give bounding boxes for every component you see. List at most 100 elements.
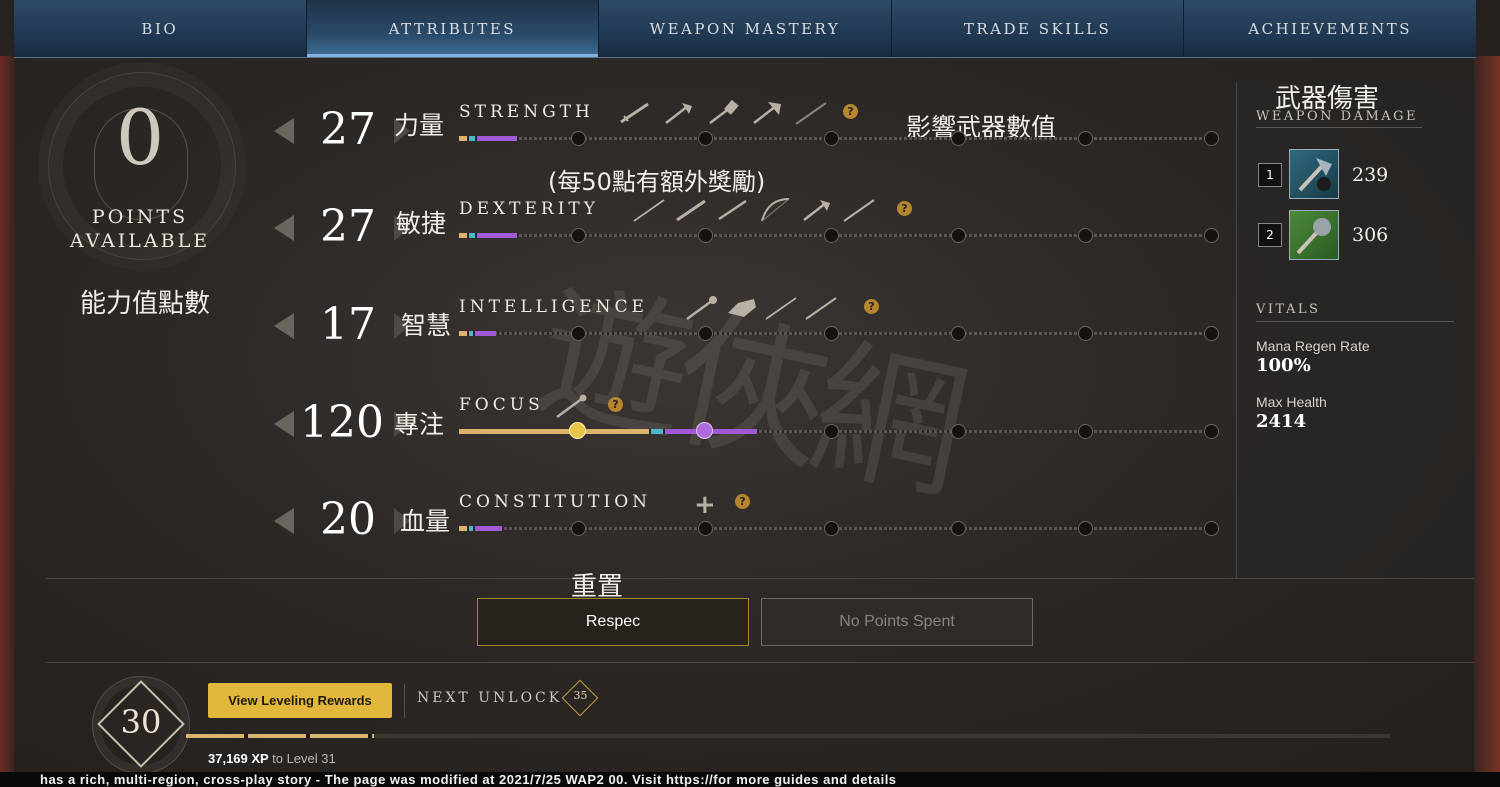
intelligence-help-icon[interactable]: ? [864, 299, 879, 314]
constitution-milestone-node[interactable] [824, 521, 839, 536]
xp-text: 37,169 XP to Level 31 [208, 751, 336, 766]
constitution-help-icon[interactable]: ? [735, 494, 750, 509]
respec-button[interactable]: Respec [477, 598, 749, 646]
strength-weapon-icons [618, 100, 828, 128]
dexterity-milestone-node[interactable] [698, 228, 713, 243]
strength-milestone-node[interactable] [951, 131, 966, 146]
strength-cn-label: 力量 [394, 111, 445, 140]
constitution-milestone-node[interactable] [951, 521, 966, 536]
decrease-constitution-arrow[interactable] [274, 508, 294, 534]
current-level: 30 [120, 703, 162, 741]
decrease-intelligence-arrow[interactable] [274, 313, 294, 339]
focus-milestone-node[interactable] [824, 424, 839, 439]
attribute-row-constitution: 20 血量 CONSTITUTION + ? [270, 490, 1230, 580]
dexterity-milestone-node[interactable] [951, 228, 966, 243]
dexterity-label: DEXTERITY [459, 199, 599, 219]
dexterity-milestone-node[interactable] [1078, 228, 1093, 243]
tab-bio[interactable]: BIO [14, 0, 307, 57]
intelligence-milestone-node[interactable] [951, 326, 966, 341]
constitution-milestone-node[interactable] [1078, 521, 1093, 536]
focus-cn-label: 專注 [394, 410, 445, 439]
weapon-slot-2-badge: 2 [1258, 223, 1282, 247]
strength-help-icon[interactable]: ? [843, 104, 858, 119]
intelligence-label: INTELLIGENCE [459, 297, 648, 317]
war-hammer-icon [709, 100, 739, 124]
constitution-milestone-node[interactable] [1204, 521, 1219, 536]
focus-label: FOCUS [459, 395, 544, 415]
dexterity-milestone-node[interactable] [824, 228, 839, 243]
view-leveling-rewards-button[interactable]: View Leveling Rewards [208, 683, 392, 718]
points-cn-label: 能力值點數 [80, 289, 211, 319]
focus-milestone-node-unlocked[interactable] [696, 422, 713, 439]
points-available-value: 0 [115, 93, 165, 182]
focus-milestone-node-unlocked[interactable] [569, 422, 586, 439]
strength-milestone-node[interactable] [1078, 131, 1093, 146]
attribute-row-focus: 120 專注 FOCUS ? [270, 394, 1230, 483]
divider [1256, 127, 1422, 128]
focus-value: 120 [300, 397, 384, 448]
divider [46, 662, 1474, 663]
weapon-slot-1-icon[interactable] [1289, 149, 1339, 199]
dexterity-milestone-node[interactable] [571, 228, 586, 243]
sword-icon [620, 102, 649, 124]
strength-milestone-node[interactable] [571, 131, 586, 146]
intelligence-milestone-node[interactable] [1204, 326, 1219, 341]
tab-attributes[interactable]: ATTRIBUTES [306, 0, 600, 57]
great-axe-icon [753, 102, 781, 124]
bow-icon [761, 198, 790, 222]
life-staff-icon [556, 394, 587, 419]
spear-icon [843, 199, 875, 222]
strength-progress-fill [459, 136, 517, 141]
gauntlet-icon [728, 299, 756, 317]
tab-bar: BIO ATTRIBUTES WEAPON MASTERY TRADE SKIL… [14, 0, 1476, 58]
weapon-slot-2-icon[interactable] [1289, 210, 1339, 260]
strength-milestone-node[interactable] [1204, 131, 1219, 146]
strength-milestone-node[interactable] [824, 131, 839, 146]
intelligence-milestone-node[interactable] [571, 326, 586, 341]
dexterity-cn-label: 敏捷 [396, 209, 447, 238]
spear-icon [795, 102, 827, 125]
spear-icon [805, 297, 837, 320]
decrease-focus-arrow[interactable] [274, 411, 294, 437]
strength-label: STRENGTH [459, 102, 594, 122]
weapon-slot-2-damage: 306 [1352, 224, 1389, 246]
intelligence-milestone-node[interactable] [824, 326, 839, 341]
focus-help-icon[interactable]: ? [608, 397, 623, 412]
decrease-strength-arrow[interactable] [274, 118, 294, 144]
dexterity-progress-fill [459, 233, 517, 238]
tab-weapon-mastery[interactable]: WEAPON MASTERY [599, 0, 892, 57]
decrease-dexterity-arrow[interactable] [274, 215, 294, 241]
weapon-slot-1-badge: 1 [1258, 163, 1282, 187]
constitution-progress-fill [459, 526, 502, 531]
dexterity-milestone-node[interactable] [1204, 228, 1219, 243]
constitution-milestone-node[interactable] [571, 521, 586, 536]
divider [1256, 321, 1454, 322]
strength-milestone-node[interactable] [698, 131, 713, 146]
dexterity-value: 27 [320, 201, 376, 252]
constitution-milestone-node[interactable] [698, 521, 713, 536]
focus-milestone-node[interactable] [1078, 424, 1093, 439]
intelligence-weapon-icons [684, 295, 838, 323]
divider [404, 684, 405, 718]
points-available-label: POINTS AVAILABLE [69, 206, 211, 252]
stats-side-panel: 武器傷害 WEAPON DAMAGE 1 239 2 306 VITALS Ma… [1236, 82, 1475, 578]
intelligence-milestone-node[interactable] [698, 326, 713, 341]
xp-progress-fill [186, 734, 374, 738]
focus-milestone-node[interactable] [1204, 424, 1219, 439]
no-points-spent-button[interactable]: No Points Spent [761, 598, 1033, 646]
dexterity-help-icon[interactable]: ? [897, 201, 912, 216]
hatchet-icon [803, 200, 830, 221]
focus-milestone-node[interactable] [951, 424, 966, 439]
intelligence-milestone-node[interactable] [1078, 326, 1093, 341]
weapon-slot-1-damage: 239 [1352, 164, 1389, 186]
rapier-icon [765, 297, 797, 320]
tab-achievements[interactable]: ACHIEVEMENTS [1184, 0, 1476, 57]
next-unlock-label: NEXT UNLOCK [417, 690, 563, 706]
left-edge-decoration [0, 56, 14, 787]
tab-trade-skills[interactable]: TRADE SKILLS [892, 0, 1185, 57]
strength-value: 27 [320, 104, 376, 155]
max-health-value: 2414 [1256, 411, 1307, 432]
vitals-title: VITALS [1256, 302, 1321, 317]
intelligence-value: 17 [320, 299, 376, 350]
divider [46, 578, 1474, 579]
